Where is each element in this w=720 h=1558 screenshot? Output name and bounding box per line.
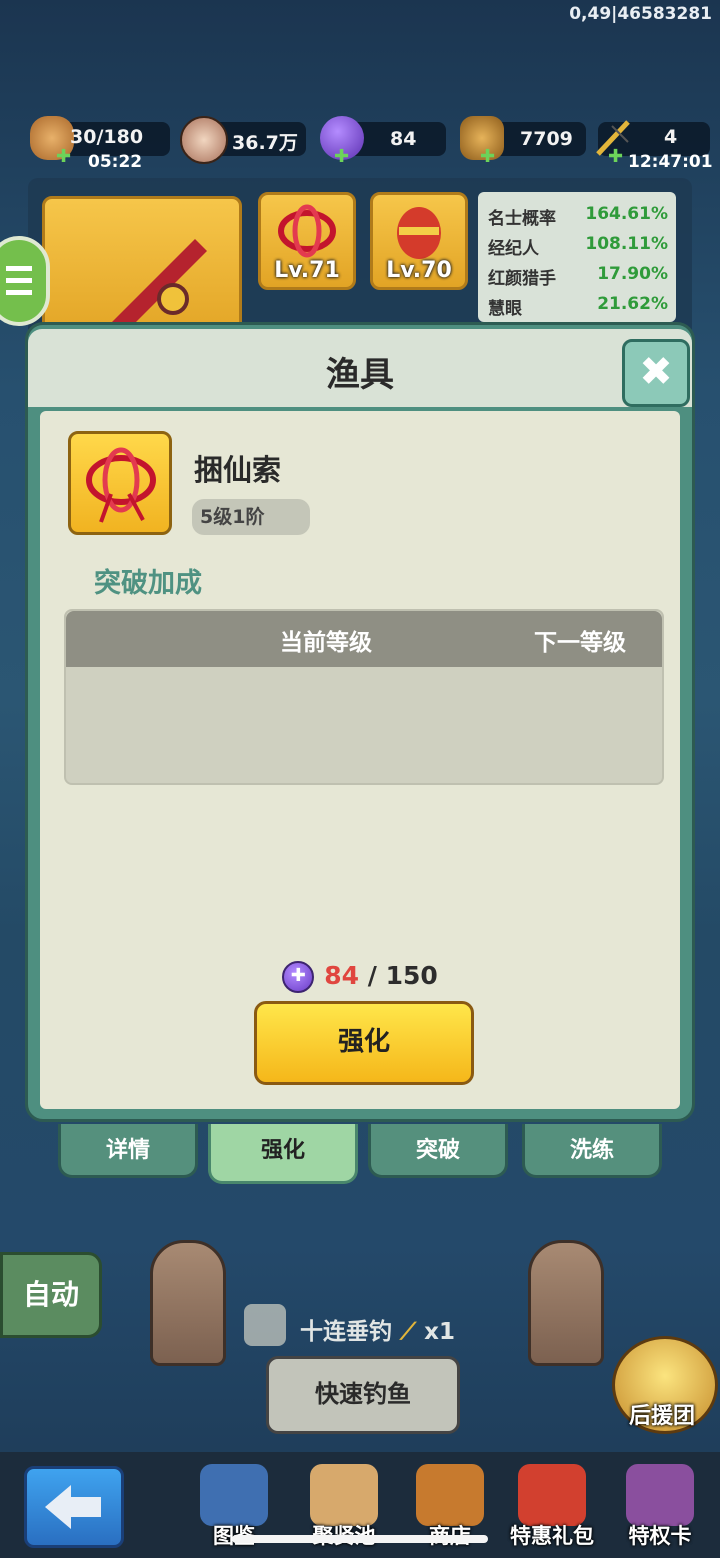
back-arrow-icon [45,1485,101,1529]
barrel-left [150,1240,226,1366]
stamina-resource[interactable]: 30/180 05:22 ✚ [30,116,170,172]
dialog-body: 捆仙索 5级1阶 突破加成 当前等级 下一等级 ✚ 84 / 150 强化 [40,411,680,1109]
tab-details[interactable]: 详情 [58,1124,198,1178]
back-button[interactable] [24,1466,124,1548]
red-rope-icon [86,447,156,523]
ten-cast-checkbox[interactable] [244,1304,286,1346]
rod-plus-icon[interactable]: ✚ [608,146,623,167]
tab-breakthrough[interactable]: 突破 [368,1124,508,1178]
ten-cast-count: x1 [424,1319,455,1345]
rod-count: 4 [664,126,678,148]
barrel-right [528,1240,604,1366]
side-menu-button[interactable] [0,236,50,326]
fishing-rod-icon: ⟋ [400,1319,417,1345]
gem-plus-icon[interactable]: ✚ [334,146,349,167]
auto-button[interactable]: 自动 [0,1252,102,1338]
book-icon [200,1464,268,1526]
purple-gem-icon: ✚ [282,961,315,993]
nav-privilege-card[interactable]: 特权卡 [612,1464,708,1554]
tab-enhance[interactable]: 强化 [208,1124,358,1184]
gem-resource[interactable]: 84 ✚ [320,116,446,167]
stamina-value: 30/180 [70,126,144,148]
stat-row: 红颜猎手 17.90% [488,264,668,289]
stat-row: 名士概率 164.61% [488,204,668,229]
close-icon: ✖ [639,349,673,395]
coins-resource[interactable]: 36.7万 [180,116,306,164]
stat-row: 经纪人 108.11% [488,234,668,259]
coin-icon [180,116,228,164]
stamina-timer: 05:22 [88,152,143,172]
breakthrough-bonus-title: 突破加成 [94,568,202,599]
tab-refine[interactable]: 洗练 [522,1124,662,1178]
rod-resource[interactable]: 4 12:47:01 ✚ [596,120,713,172]
shop-basket-icon [416,1464,484,1526]
dialog-title: 渔具 [326,355,394,395]
gift-chest-icon [518,1464,586,1526]
gem-value: 84 [390,128,417,150]
current-level-header: 当前等级 [280,630,372,656]
token-resource[interactable]: 7709 ✚ [460,116,586,167]
ten-cast-label: 十连垂钓 ⟋ x1 [300,1319,455,1345]
cost-owned: 84 [324,961,360,990]
hamburger-icon [6,266,32,295]
stamina-plus-icon[interactable]: ✚ [56,146,71,167]
close-button[interactable]: ✖ [622,339,690,407]
next-level-header: 下一等级 [534,630,626,656]
cost-required: 150 [385,961,438,990]
enhance-button[interactable]: 强化 [254,1001,474,1085]
float-slot[interactable]: Lv.70 [370,192,468,290]
stat-row: 慧眼 21.62% [488,294,668,319]
dialog-header: 渔具 ✖ [28,329,692,411]
line-slot[interactable]: Lv.71 [258,192,356,290]
token-value: 7709 [520,128,573,150]
line-slot-level: Lv.71 [274,258,340,283]
home-indicator[interactable] [232,1535,488,1543]
coins-value: 36.7万 [232,132,298,154]
rod-timer: 12:47:01 [628,152,713,172]
fishing-gear-dialog: 渔具 ✖ 捆仙索 5级1阶 突破加成 当前等级 下一等级 ✚ 84 / 150 强… [25,322,695,1122]
bonus-table-header: 当前等级 下一等级 [66,611,662,667]
scroll-map-icon [310,1464,378,1526]
float-slot-level: Lv.70 [386,258,452,283]
privilege-card-icon [626,1464,694,1526]
equipment-stats-panel: 名士概率 164.61% 经纪人 108.11% 红颜猎手 17.90% 慧眼 21.6… [478,192,676,322]
item-tier-badge: 5级1阶 [192,499,310,535]
token-plus-icon[interactable]: ✚ [480,146,495,167]
debug-coordinate-text: 0,49|46583281 [569,4,712,24]
cost-separator: / [359,961,386,990]
bonus-table: 当前等级 下一等级 [64,609,664,785]
item-icon [68,431,172,535]
rod-illustration-icon [105,239,207,335]
fast-fishing-button[interactable]: 快速钓鱼 [266,1356,460,1434]
red-rope-icon [278,204,336,258]
item-name: 捆仙索 [194,453,282,487]
support-group-label: 后援团 [628,1404,695,1429]
material-cost: ✚ 84 / 150 [40,961,680,993]
main-rod-slot[interactable] [42,196,242,342]
nav-special-offer[interactable]: 特惠礼包 [504,1464,600,1554]
float-bobber-icon [397,207,441,259]
